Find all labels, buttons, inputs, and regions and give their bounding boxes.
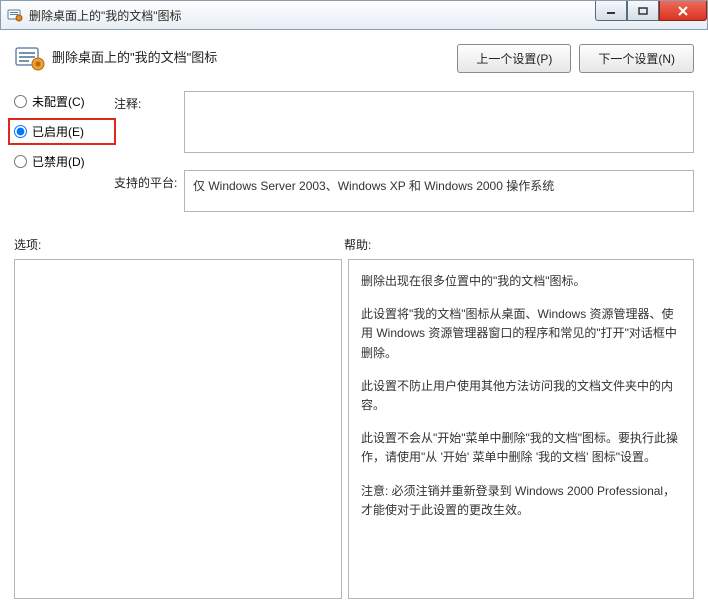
maximize-button[interactable] [627,1,659,21]
policy-small-icon [7,7,23,23]
help-section-label: 帮助: [344,236,371,253]
supported-platform-value: 仅 Windows Server 2003、Windows XP 和 Windo… [184,170,694,212]
help-panel: 删除出现在很多位置中的"我的文档"图标。 此设置将"我的文档"图标从桌面、Win… [348,259,694,599]
window-title: 删除桌面上的"我的文档"图标 [29,7,182,24]
radio-disabled[interactable]: 已禁用(D) [14,153,114,170]
window-controls [595,1,707,21]
next-setting-button[interactable]: 下一个设置(N) [579,44,694,73]
radio-not-configured[interactable]: 未配置(C) [14,93,114,110]
radio-enabled-input[interactable] [14,125,27,138]
policy-title: 删除桌面上的"我的文档"图标 [52,44,217,66]
options-section-label: 选项: [14,236,344,253]
help-text: 此设置将"我的文档"图标从桌面、Windows 资源管理器、使用 Windows… [361,305,681,363]
minimize-button[interactable] [595,1,627,21]
supported-platform-label: 支持的平台: [114,170,184,212]
options-panel [14,259,342,599]
radio-disabled-label: 已禁用(D) [32,153,85,170]
titlebar: 删除桌面上的"我的文档"图标 [0,0,708,30]
radio-enabled[interactable]: 已启用(E) [8,118,116,145]
radio-enabled-label: 已启用(E) [32,123,84,140]
help-text: 删除出现在很多位置中的"我的文档"图标。 [361,272,681,291]
radio-not-configured-label: 未配置(C) [32,93,85,110]
comment-label: 注释: [114,91,184,156]
radio-disabled-input[interactable] [14,155,27,168]
comment-textarea[interactable] [184,91,694,153]
policy-icon [14,44,46,72]
previous-setting-button[interactable]: 上一个设置(P) [457,44,571,73]
help-text: 此设置不防止用户使用其他方法访问我的文档文件夹中的内容。 [361,377,681,415]
help-text: 注意: 必须注销并重新登录到 Windows 2000 Professional… [361,482,681,520]
header-row: 删除桌面上的"我的文档"图标 上一个设置(P) 下一个设置(N) [14,44,694,73]
radio-not-configured-input[interactable] [14,95,27,108]
close-button[interactable] [659,1,707,21]
help-text: 此设置不会从"开始"菜单中删除"我的文档"图标。要执行此操作，请使用"从 '开始… [361,429,681,467]
state-radio-group: 未配置(C) 已启用(E) 已禁用(D) [14,91,114,226]
